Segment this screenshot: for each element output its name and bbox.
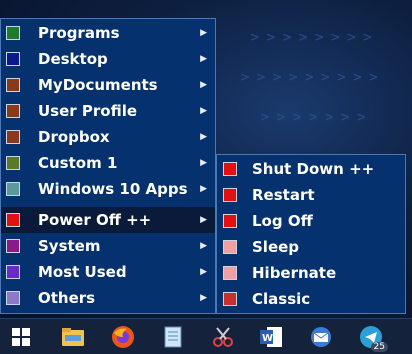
taskbar: W 25 [0, 318, 412, 354]
submenu-arrow-icon: ▶ [200, 28, 207, 38]
telegram-icon[interactable]: 25 [358, 324, 388, 352]
menu-item-label: Others [38, 289, 96, 307]
classic-icon [223, 292, 237, 306]
menu-item-label: Dropbox [38, 128, 110, 146]
notification-badge: 25 [370, 342, 388, 352]
user-profile-folder-icon [6, 104, 20, 118]
programs-folder-icon [6, 26, 20, 40]
submenu-arrow-icon: ▶ [200, 215, 207, 225]
submenu-item-log-off[interactable]: Log Off [217, 208, 405, 234]
submenu-item-restart[interactable]: Restart [217, 182, 405, 208]
restart-icon [223, 188, 237, 202]
windows-start-icon[interactable] [8, 324, 34, 350]
dropbox-folder-icon [6, 130, 20, 144]
menu-item-label: Most Used [38, 263, 127, 281]
menu-item-custom-1[interactable]: Custom 1 ▶ [1, 150, 215, 176]
submenu-arrow-icon: ▶ [200, 80, 207, 90]
submenu-arrow-icon: ▶ [200, 267, 207, 277]
hibernate-icon [223, 266, 237, 280]
menu-item-system[interactable]: System ▶ [1, 233, 215, 259]
system-folder-icon [6, 239, 20, 253]
firefox-icon[interactable] [110, 324, 136, 350]
menu-item-windows-10-apps[interactable]: Windows 10 Apps ▶ [1, 176, 215, 202]
menu-item-label: Programs [38, 24, 120, 42]
menu-item-dropbox[interactable]: Dropbox ▶ [1, 124, 215, 150]
submenu-arrow-icon: ▶ [200, 54, 207, 64]
menu-item-label: Windows 10 Apps [38, 180, 188, 198]
submenu-item-sleep[interactable]: Sleep [217, 234, 405, 260]
menu-item-most-used[interactable]: Most Used ▶ [1, 259, 215, 285]
snipping-tool-icon[interactable] [210, 324, 236, 350]
menu-item-power-off[interactable]: Power Off ++ ▶ [1, 207, 215, 233]
menu-item-desktop[interactable]: Desktop ▶ [1, 46, 215, 72]
mail-icon[interactable] [308, 324, 334, 350]
menu-item-label: Custom 1 [38, 154, 118, 172]
submenu-item-hibernate[interactable]: Hibernate [217, 260, 405, 286]
submenu-arrow-icon: ▶ [200, 184, 207, 194]
desktop-folder-icon [6, 52, 20, 66]
menu-item-label: User Profile [38, 102, 138, 120]
start-menu: Programs ▶ Desktop ▶ MyDocuments ▶ User … [0, 18, 216, 314]
menu-item-user-profile[interactable]: User Profile ▶ [1, 98, 215, 124]
submenu-item-classic[interactable]: Classic [217, 286, 405, 312]
menu-item-label: Desktop [38, 50, 108, 68]
menu-item-mydocuments[interactable]: MyDocuments ▶ [1, 72, 215, 98]
menu-item-others[interactable]: Others ▶ [1, 285, 215, 311]
most-used-folder-icon [6, 265, 20, 279]
submenu-item-label: Sleep [252, 238, 300, 256]
notepad-icon[interactable] [160, 324, 186, 350]
word-icon[interactable]: W [258, 324, 284, 350]
log-off-icon [223, 214, 237, 228]
custom-folder-icon [6, 156, 20, 170]
submenu-item-label: Classic [252, 290, 311, 308]
power-icon [6, 213, 20, 227]
submenu-arrow-icon: ▶ [200, 293, 207, 303]
menu-item-label: MyDocuments [38, 76, 158, 94]
shutdown-icon [223, 162, 237, 176]
submenu-arrow-icon: ▶ [200, 132, 207, 142]
submenu-item-label: Hibernate [252, 264, 337, 282]
submenu-arrow-icon: ▶ [200, 106, 207, 116]
sleep-icon [223, 240, 237, 254]
apps-folder-icon [6, 182, 20, 196]
svg-text:W: W [262, 333, 273, 344]
file-explorer-icon[interactable] [60, 324, 86, 350]
documents-folder-icon [6, 78, 20, 92]
menu-item-label: System [38, 237, 101, 255]
menu-item-programs[interactable]: Programs ▶ [1, 20, 215, 46]
power-off-submenu: Shut Down ++ Restart Log Off Sleep Hiber… [216, 154, 406, 314]
others-folder-icon [6, 291, 20, 305]
submenu-item-label: Restart [252, 186, 315, 204]
submenu-item-label: Log Off [252, 212, 313, 230]
menu-item-label: Power Off ++ [38, 211, 152, 229]
submenu-item-label: Shut Down ++ [252, 160, 375, 178]
submenu-arrow-icon: ▶ [200, 241, 207, 251]
submenu-arrow-icon: ▶ [200, 158, 207, 168]
submenu-item-shut-down[interactable]: Shut Down ++ [217, 156, 405, 182]
